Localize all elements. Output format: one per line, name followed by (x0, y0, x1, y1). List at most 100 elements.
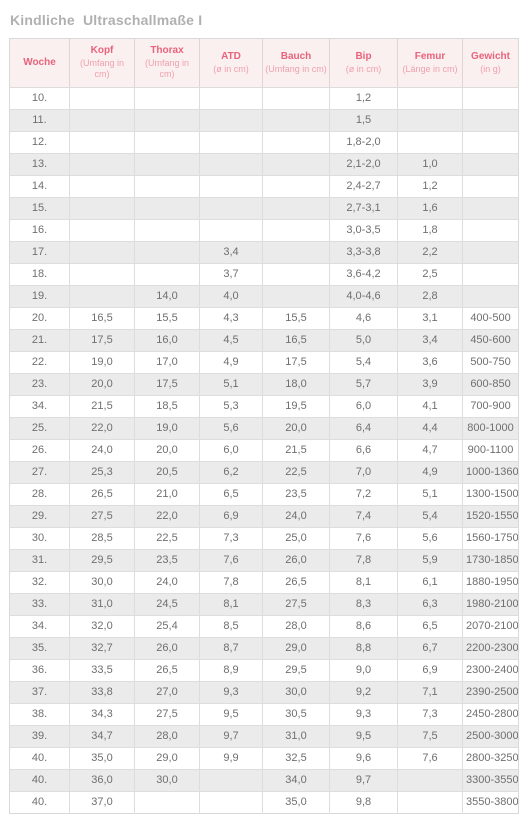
table-row[interactable]: 23. 20,0 17,5 5,1 18,0 5,7 3,9 600-850 (9, 373, 519, 396)
cell-atd: 4,3 (199, 307, 263, 330)
cell-woche: 36. (9, 659, 70, 682)
cell-bip: 7,0 (329, 461, 398, 484)
cell-thorax: 29,0 (134, 747, 200, 770)
table-row[interactable]: 16. 3,0-3,5 1,8 (9, 219, 519, 242)
table-row[interactable]: 17. 3,4 3,3-3,8 2,2 (9, 241, 519, 264)
table-row[interactable]: 21. 17,5 16,0 4,5 16,5 5,0 3,4 450-600 (9, 329, 519, 352)
cell-thorax: 20,5 (134, 461, 200, 484)
table-row[interactable]: 15. 2,7-3,1 1,6 (9, 197, 519, 220)
table-row[interactable]: 25. 22,0 19,0 5,6 20,0 6,4 4,4 800-1000 (9, 417, 519, 440)
cell-femur: 6,5 (397, 615, 463, 638)
column-header-bauch[interactable]: Bauch (Umfang in cm) (262, 38, 330, 88)
cell-woche: 28. (9, 483, 70, 506)
cell-thorax: 27,0 (134, 681, 200, 704)
cell-atd (199, 153, 263, 176)
table-row[interactable]: 22. 19,0 17,0 4,9 17,5 5,4 3,6 500-750 (9, 351, 519, 374)
column-header-thorax[interactable]: Thorax (Umfang in cm) (134, 38, 200, 88)
cell-bip: 2,1-2,0 (329, 153, 398, 176)
table-row[interactable]: 19. 14,0 4,0 4,0-4,6 2,8 (9, 285, 519, 308)
table-row[interactable]: 26. 24,0 20,0 6,0 21,5 6,6 4,7 900-1100 (9, 439, 519, 462)
cell-bauch (262, 109, 330, 132)
column-header-unit: (Länge in cm) (402, 63, 458, 74)
cell-woche: 34. (9, 615, 70, 638)
cell-bip: 9,0 (329, 659, 398, 682)
table-row[interactable]: 13. 2,1-2,0 1,0 (9, 153, 519, 176)
cell-bauch: 29,5 (262, 659, 330, 682)
cell-femur: 3,9 (397, 373, 463, 396)
table-row[interactable]: 12. 1,8-2,0 (9, 131, 519, 154)
cell-kopf: 29,5 (69, 549, 135, 572)
table-row[interactable]: 29. 27,5 22,0 6,9 24,0 7,4 5,4 1520-1550 (9, 505, 519, 528)
column-header-bip[interactable]: Bip (ø in cm) (329, 38, 398, 88)
cell-gewicht: 900-1100 (462, 439, 519, 462)
cell-kopf (69, 219, 135, 242)
table-header: Woche Kopf (Umfang in cm) Thorax (Umfang in … (9, 38, 519, 88)
cell-atd: 8,9 (199, 659, 263, 682)
table-row[interactable]: 27. 25,3 20,5 6,2 22,5 7,0 4,9 1000-1360 (9, 461, 519, 484)
cell-bauch: 26,5 (262, 571, 330, 594)
column-header-title: Thorax (150, 45, 184, 56)
table-body: 10. 1,2 11. 1,5 12. 1,8-2,0 13. 2,1-2,0 1,0 14. 2,… (9, 87, 519, 814)
table-row[interactable]: 20. 16,5 15,5 4,3 15,5 4,6 3,1 400-500 (9, 307, 519, 330)
table-row[interactable]: 28. 26,5 21,0 6,5 23,5 7,2 5,1 1300-1500 (9, 483, 519, 506)
cell-bip: 7,8 (329, 549, 398, 572)
cell-atd: 6,0 (199, 439, 263, 462)
cell-atd: 4,9 (199, 351, 263, 374)
table-row[interactable]: 39. 34,7 28,0 9,7 31,0 9,5 7,5 2500-3000 (9, 725, 519, 748)
cell-thorax: 26,5 (134, 659, 200, 682)
cell-atd: 5,6 (199, 417, 263, 440)
cell-thorax: 19,0 (134, 417, 200, 440)
table-row[interactable]: 40. 35,0 29,0 9,9 32,5 9,6 7,6 2800-3250 (9, 747, 519, 770)
table-row[interactable]: 33. 31,0 24,5 8,1 27,5 8,3 6,3 1980-2100 (9, 593, 519, 616)
cell-thorax: 22,5 (134, 527, 200, 550)
table-row[interactable]: 18. 3,7 3,6-4,2 2,5 (9, 263, 519, 286)
cell-kopf (69, 285, 135, 308)
cell-femur: 5,9 (397, 549, 463, 572)
cell-thorax: 17,0 (134, 351, 200, 374)
table-row[interactable]: 40. 37,0 35,0 9,8 3550-3800 (9, 791, 519, 814)
cell-thorax (134, 153, 200, 176)
cell-bauch: 22,5 (262, 461, 330, 484)
table-row[interactable]: 40. 36,0 30,0 34,0 9,7 3300-3550 (9, 769, 519, 792)
table-row[interactable]: 31. 29,5 23,5 7,6 26,0 7,8 5,9 1730-1850 (9, 549, 519, 572)
cell-atd: 7,8 (199, 571, 263, 594)
table-row[interactable]: 38. 34,3 27,5 9,5 30,5 9,3 7,3 2450-2800 (9, 703, 519, 726)
cell-femur (397, 769, 463, 792)
header-row: Woche Kopf (Umfang in cm) Thorax (Umfang in … (9, 38, 519, 88)
cell-woche: 37. (9, 681, 70, 704)
table-row[interactable]: 14. 2,4-2,7 1,2 (9, 175, 519, 198)
table-row[interactable]: 34. 21,5 18,5 5,3 19,5 6,0 4,1 700-900 (9, 395, 519, 418)
cell-atd (199, 87, 263, 110)
column-header-atd[interactable]: ATD (ø in cm) (199, 38, 263, 88)
column-header-femur[interactable]: Femur (Länge in cm) (397, 38, 463, 88)
table-row[interactable]: 10. 1,2 (9, 87, 519, 110)
column-header-gewicht[interactable]: Gewicht (in g) (462, 38, 519, 88)
cell-kopf (69, 241, 135, 264)
cell-bauch: 18,0 (262, 373, 330, 396)
cell-woche: 25. (9, 417, 70, 440)
table-row[interactable]: 11. 1,5 (9, 109, 519, 132)
cell-atd: 9,9 (199, 747, 263, 770)
table-container: Woche Kopf (Umfang in cm) Thorax (Umfang in … (9, 38, 519, 814)
cell-bip: 1,2 (329, 87, 398, 110)
cell-femur: 4,1 (397, 395, 463, 418)
table-row[interactable]: 34. 32,0 25,4 8,5 28,0 8,6 6,5 2070-2100 (9, 615, 519, 638)
cell-bauch: 19,5 (262, 395, 330, 418)
cell-thorax: 18,5 (134, 395, 200, 418)
cell-woche: 22. (9, 351, 70, 374)
cell-kopf: 26,5 (69, 483, 135, 506)
column-header-unit: (Umfang in cm) (144, 58, 189, 79)
cell-bip: 6,6 (329, 439, 398, 462)
table-row[interactable]: 35. 32,7 26,0 8,7 29,0 8,8 6,7 2200-2300 (9, 637, 519, 660)
cell-atd: 6,5 (199, 483, 263, 506)
cell-kopf: 32,7 (69, 637, 135, 660)
cell-femur (397, 131, 463, 154)
column-header-woche[interactable]: Woche (9, 38, 70, 88)
column-header-kopf[interactable]: Kopf (Umfang in cm) (69, 38, 135, 88)
table-row[interactable]: 32. 30,0 24,0 7,8 26,5 8,1 6,1 1880-1950 (9, 571, 519, 594)
table-row[interactable]: 30. 28,5 22,5 7,3 25,0 7,6 5,6 1560-1750 (9, 527, 519, 550)
table-row[interactable]: 36. 33,5 26,5 8,9 29,5 9,0 6,9 2300-2400 (9, 659, 519, 682)
cell-bauch: 24,0 (262, 505, 330, 528)
table-row[interactable]: 37. 33,8 27,0 9,3 30,0 9,2 7,1 2390-2500 (9, 681, 519, 704)
page-title: Kindliche Ultraschallmaße I (10, 12, 203, 28)
